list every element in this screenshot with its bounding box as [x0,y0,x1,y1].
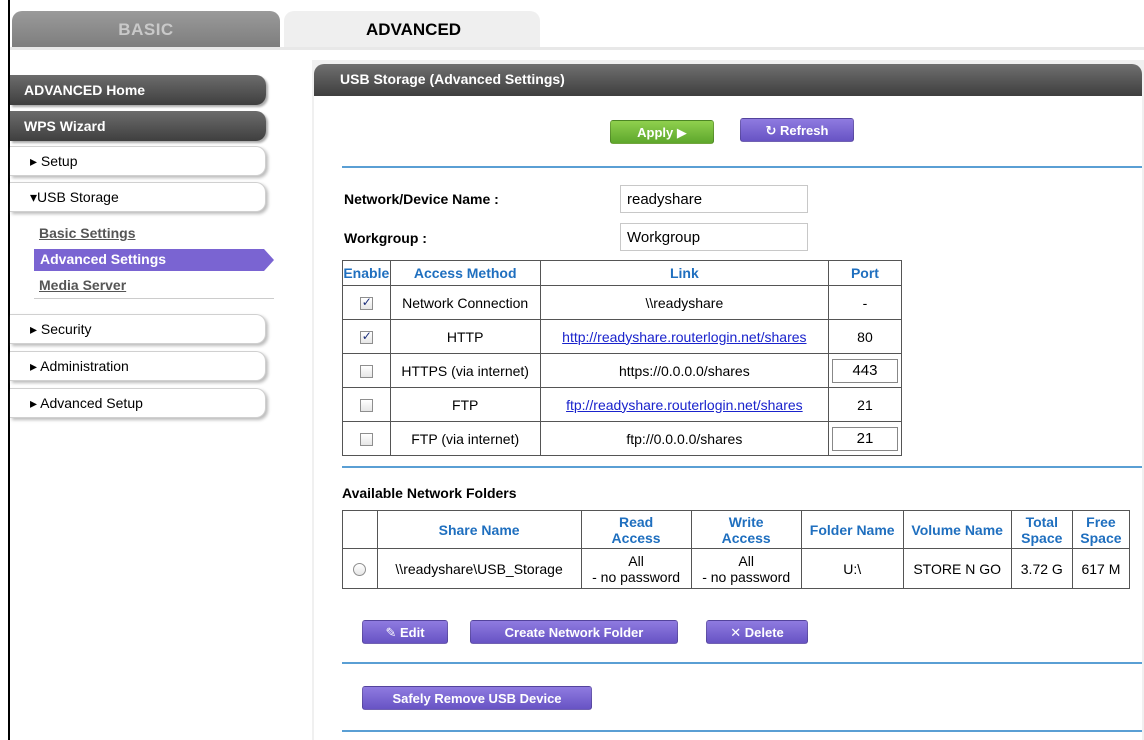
col-header-volume-name: Volume Name [902,510,1012,549]
access-method-cell: FTP (via internet) [389,421,541,456]
refresh-button[interactable]: ↻ Refresh [740,118,854,142]
col-header-total-space: Total Space [1010,510,1073,549]
col-header-share-name: Share Name [376,510,582,549]
col-header-port: Port [827,260,903,286]
free-space-cell: 617 M [1071,548,1131,589]
folder-row: \\readyshare\USB_Storage All - no passwor… [342,548,1131,589]
col-header-read-access: Read Access [580,510,692,549]
port-cell: 443 [827,353,903,388]
enable-cell [342,285,391,320]
sidebar-item-usb-storage[interactable]: ▾USB Storage [10,182,266,212]
access-method-cell: HTTPS (via internet) [389,353,541,388]
enable-cell [342,353,391,388]
folder-select-radio[interactable] [353,563,367,577]
col-header-select [342,510,378,549]
sidebar-subitem-label: Advanced Settings [40,251,167,267]
col-header-access-method: Access Method [389,260,541,286]
sidebar-subitem-basic-settings[interactable]: Basic Settings [39,225,135,241]
section-divider [342,166,1142,168]
panel-title: USB Storage (Advanced Settings) [314,64,1142,96]
access-method-cell: HTTP [389,319,541,354]
enable-cell [342,421,391,456]
active-arrow-icon [264,249,274,271]
col-header-write-access: Write Access [690,510,802,549]
col-header-link: Link [539,260,829,286]
access-method-row: Network Connection\\readyshare- [342,285,903,320]
apply-button[interactable]: Apply ▶ [610,120,714,144]
write-access-cell: All - no password [690,548,802,589]
section-divider [342,466,1142,468]
network-device-name-input[interactable] [620,185,808,213]
link-cell: \\readyshare [539,285,829,320]
enable-checkbox[interactable] [359,295,373,311]
sidebar-item-administration[interactable]: ▸ Administration [10,351,266,381]
create-network-folder-button[interactable]: Create Network Folder [470,620,678,644]
enable-cell [342,319,391,354]
network-folders-table: Share Name Read Access Write Access Folder… [342,510,1131,589]
port-cell: 80 [827,319,903,354]
share-name-cell: \\readyshare\USB_Storage [376,548,582,589]
folder-name-cell: U:\ [800,548,904,589]
main-content: USB Storage (Advanced Settings) Apply ▶ … [312,60,1144,740]
access-method-cell: FTP [389,387,541,422]
top-tab-bar: BASIC ADVANCED [10,8,1144,48]
enable-checkbox[interactable] [359,433,373,447]
share-link[interactable]: ftp://readyshare.routerlogin.net/shares [566,397,803,413]
access-method-table: Enable Access Method Link Port Network C… [342,260,903,456]
sidebar-item-advanced-home[interactable]: ADVANCED Home [10,75,266,105]
enable-checkbox[interactable] [359,399,373,413]
port-cell: 21 [827,421,903,456]
access-method-row: FTP (via internet) ftp://0.0.0.0/shares 21 [342,421,903,456]
folder-select-cell [342,548,378,589]
read-access-cell: All - no password [580,548,692,589]
enable-checkbox[interactable] [359,365,373,379]
col-header-enable: Enable [342,260,391,286]
tab-advanced[interactable]: ADVANCED [284,11,540,48]
col-header-free-space: Free Space [1071,510,1131,549]
sidebar-divider [34,298,274,299]
enable-checkbox[interactable] [359,329,373,345]
workgroup-input[interactable] [620,223,808,251]
tab-basic[interactable]: BASIC [12,11,280,48]
safely-remove-usb-button[interactable]: Safely Remove USB Device [362,686,592,710]
sidebar-item-wps-wizard[interactable]: WPS Wizard [10,111,266,141]
sidebar-subitem-media-server[interactable]: Media Server [39,277,126,293]
link-cell: ftp://readyshare.routerlogin.net/shares [539,387,829,422]
sidebar-item-security[interactable]: ▸ Security [10,314,266,344]
section-divider [342,662,1142,664]
access-method-cell: Network Connection [389,285,541,320]
workgroup-label: Workgroup : [344,230,427,246]
link-cell: http://readyshare.routerlogin.net/shares [539,319,829,354]
link-cell: ftp://0.0.0.0/shares [539,421,829,456]
port-input[interactable]: 21 [831,426,898,451]
sidebar: ADVANCED Home WPS Wizard ▸ Setup ▾USB St… [10,50,310,740]
panel-body: Apply ▶ ↻ Refresh Network/Device Name : … [314,96,1142,740]
share-link[interactable]: http://readyshare.routerlogin.net/shares [562,329,806,345]
access-method-row: HTTPS (via internet) https://0.0.0.0/shar… [342,353,903,388]
edit-button[interactable]: ✎ Edit [362,620,448,644]
access-method-row: FTP ftp://readyshare.routerlogin.net/shar… [342,387,903,422]
volume-name-cell: STORE N GO [902,548,1012,589]
sidebar-item-setup[interactable]: ▸ Setup [10,146,266,176]
col-header-folder-name: Folder Name [800,510,904,549]
total-space-cell: 3.72 G [1010,548,1073,589]
access-method-row: HTTP http://readyshare.routerlogin.net/sh… [342,319,903,354]
available-folders-title: Available Network Folders [342,485,517,501]
section-divider [342,730,1142,732]
sidebar-subitem-advanced-settings[interactable]: Advanced Settings [34,249,274,271]
network-device-name-label: Network/Device Name : [344,191,499,207]
link-cell: https://0.0.0.0/shares [539,353,829,388]
enable-cell [342,387,391,422]
port-input[interactable]: 443 [831,358,898,383]
delete-button[interactable]: ✕ Delete [706,620,808,644]
port-cell: 21 [827,387,903,422]
sidebar-item-advanced-setup[interactable]: ▸ Advanced Setup [10,388,266,418]
port-cell: - [827,285,903,320]
